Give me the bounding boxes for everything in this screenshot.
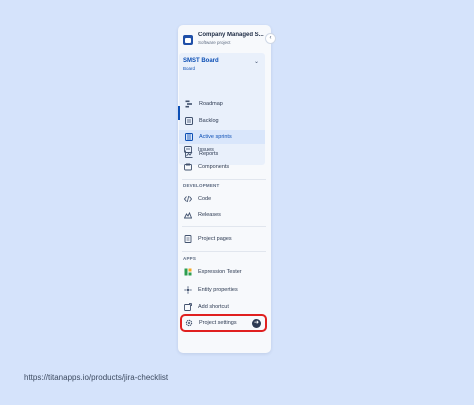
sidebar-item-roadmap[interactable]: Roadmap [179, 97, 265, 111]
project-settings-button[interactable]: Project settings ➜ [180, 314, 267, 332]
board-title[interactable]: SMST Board [183, 58, 219, 64]
project-type: Software project [198, 40, 231, 45]
arrow-right-icon[interactable]: ➜ [252, 319, 261, 328]
sidebar-item-label: Components [198, 164, 230, 170]
footer-url: https://titanapps.io/products/jira-check… [24, 373, 169, 382]
sidebar-item-expression-tester[interactable]: Expression Tester [178, 265, 264, 279]
sidebar-item-active-sprints[interactable]: Active sprints [179, 130, 265, 144]
backlog-icon [185, 117, 193, 125]
code-icon [184, 195, 192, 203]
board-subtitle: Board [183, 66, 196, 71]
sidebar-item-label: Issues [198, 147, 214, 153]
active-indicator [178, 106, 180, 120]
project-header[interactable]: Company Managed S... Software project [178, 25, 271, 53]
components-icon [184, 163, 192, 171]
divider [182, 251, 266, 252]
sidebar-item-label: Add shortcut [198, 304, 229, 310]
divider [182, 179, 266, 180]
sidebar-item-label: Expression Tester [198, 269, 242, 275]
active-sprints-icon [185, 133, 193, 141]
add-shortcut-icon [184, 303, 192, 311]
page-icon [184, 235, 192, 243]
project-sidebar: Company Managed S... Software project ‹ … [178, 25, 276, 353]
sidebar-item-label: Project pages [198, 236, 232, 242]
sidebar-item-releases[interactable]: Releases [178, 208, 264, 222]
gear-icon [185, 319, 193, 327]
collapse-sidebar-button[interactable]: ‹ [265, 33, 276, 44]
sidebar-item-label: Roadmap [199, 101, 223, 107]
sidebar-item-label: Entity properties [198, 287, 238, 293]
sidebar-item-label: Active sprints [199, 134, 232, 140]
section-heading-development: DEVELOPMENT [183, 183, 220, 188]
chevron-down-icon[interactable]: ⌄ [254, 58, 259, 65]
sidebar-item-backlog[interactable]: Backlog [179, 114, 265, 128]
issues-icon [184, 146, 192, 154]
sidebar-item-issues[interactable]: Issues [178, 143, 264, 157]
divider [182, 226, 266, 227]
sidebar-item-components[interactable]: Components [178, 160, 264, 174]
sidebar-item-label: Code [198, 196, 212, 202]
sidebar-item-label: Backlog [199, 118, 219, 124]
sidebar-item-label: Releases [198, 212, 221, 218]
project-name: Company Managed S... [198, 32, 264, 38]
project-settings-label: Project settings [199, 320, 237, 326]
roadmap-icon [185, 100, 193, 108]
releases-icon [184, 211, 192, 219]
sidebar-item-code[interactable]: Code [178, 192, 264, 206]
section-heading-apps: APPS [183, 256, 197, 261]
expression-tester-icon [184, 268, 192, 276]
project-logo-icon [183, 35, 193, 45]
sidebar-item-project-pages[interactable]: Project pages [178, 232, 264, 246]
sidebar-item-entity-properties[interactable]: Entity properties [178, 283, 264, 297]
entity-properties-icon [184, 286, 192, 294]
sidebar-item-add-shortcut[interactable]: Add shortcut [178, 300, 264, 314]
